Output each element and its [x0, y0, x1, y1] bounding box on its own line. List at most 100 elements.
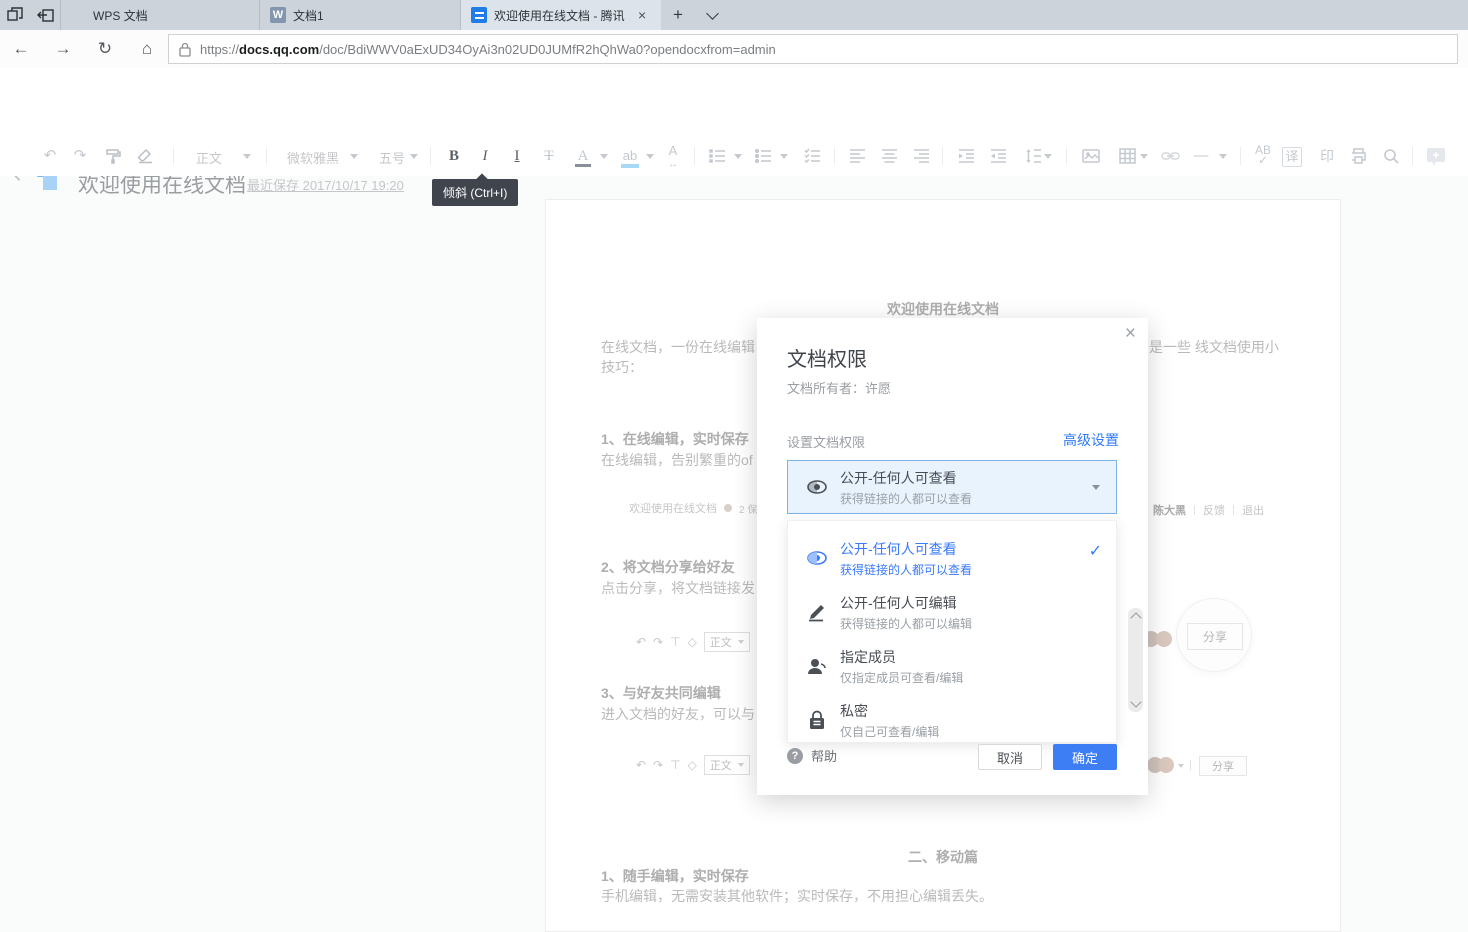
confirm-button[interactable]: 确定: [1053, 744, 1117, 770]
dropdown-caret-icon[interactable]: [600, 154, 608, 159]
search-icon[interactable]: [1378, 145, 1404, 167]
seal-button[interactable]: 印: [1314, 145, 1340, 167]
italic-button[interactable]: I: [472, 145, 498, 167]
font-size-select[interactable]: 五号: [379, 148, 405, 167]
permission-dialog: × 文档权限 文档所有者：许愿 设置文档权限 高级设置 公开-任何人可查看 获得…: [757, 318, 1148, 795]
embedded-mini-toolbar: ↶↷ ⊤◇ 正文: [636, 632, 750, 652]
bullet-list-button[interactable]: [750, 145, 776, 167]
option-members[interactable]: 指定成员 仅指定成员可查看/编辑: [788, 639, 1116, 693]
tab-doc1[interactable]: W 文档1: [260, 0, 460, 30]
font-family-select[interactable]: 微软雅黑: [287, 148, 339, 167]
selected-permission-title: 公开-任何人可查看: [840, 468, 972, 488]
dropdown-caret-icon[interactable]: [1044, 154, 1052, 159]
indent-decrease-button[interactable]: [985, 145, 1011, 167]
tencent-docs-favicon: [471, 7, 487, 23]
tab-title: WPS 文档: [93, 7, 231, 24]
help-link[interactable]: ? 帮助: [787, 746, 837, 765]
tab-tencent-docs[interactable]: 欢迎使用在线文档 - 腾讯 ×: [461, 0, 661, 30]
dropdown-caret-icon[interactable]: [734, 154, 742, 159]
refresh-button[interactable]: ↻: [84, 39, 126, 59]
doc-section-title: 3、与好友共同编辑: [601, 683, 721, 703]
forward-button[interactable]: →: [42, 39, 84, 59]
insert-image-button[interactable]: [1078, 145, 1104, 167]
paragraph-style-select[interactable]: 正文: [196, 148, 222, 167]
close-icon[interactable]: ×: [1125, 324, 1136, 343]
address-bar: ← → ↻ ⌂ https://docs.qq.com/doc/BdiWWV0a…: [0, 30, 1468, 69]
permission-section-label: 设置文档权限: [787, 432, 865, 451]
advanced-settings-link[interactable]: 高级设置: [1063, 430, 1119, 450]
line-spacing-button[interactable]: [1020, 145, 1046, 167]
last-saved-link[interactable]: 最近保存 2017/10/17 19:20: [247, 175, 404, 194]
tab-preview-icon[interactable]: [0, 0, 30, 30]
wps-doc-icon: W: [270, 7, 286, 23]
doc-section-title: 2、将文档分享给好友: [601, 557, 735, 577]
permission-select[interactable]: 公开-任何人可查看 获得链接的人都可以查看: [787, 460, 1117, 514]
selected-permission-desc: 获得链接的人都可以查看: [840, 490, 972, 507]
option-public-edit[interactable]: 公开-任何人可编辑 获得链接的人都可以编辑: [788, 585, 1116, 639]
spellcheck-button[interactable]: AB✓: [1250, 145, 1276, 167]
translate-button[interactable]: 译: [1282, 147, 1302, 167]
option-desc: 仅指定成员可查看/编辑: [840, 669, 963, 686]
option-desc: 仅自己可查看/编辑: [840, 723, 939, 740]
home-button[interactable]: ⌂: [126, 39, 168, 59]
checklist-button[interactable]: [799, 145, 825, 167]
scroll-up-icon[interactable]: [1130, 612, 1141, 623]
option-desc: 获得链接的人都可以编辑: [840, 615, 972, 632]
strikethrough-button[interactable]: T: [536, 145, 562, 167]
highlight-color-button[interactable]: ab: [617, 145, 643, 167]
font-color-button[interactable]: A: [570, 145, 596, 167]
tab-list-chevron-icon[interactable]: [695, 0, 729, 30]
embedded-screenshot-doc: 欢迎使用在线文档 2 保: [629, 500, 757, 516]
embedded-share-button: 分享: [1187, 623, 1243, 650]
option-public-view[interactable]: 公开-任何人可查看 获得链接的人都可以查看 ✓: [788, 531, 1116, 585]
embedded-share-button: 分享: [1199, 756, 1247, 776]
back-button[interactable]: ←: [0, 39, 42, 59]
lock-icon: [179, 42, 191, 57]
format-painter-icon[interactable]: [100, 145, 126, 167]
dropdown-scrollbar[interactable]: [1128, 608, 1143, 712]
lock-icon: [806, 709, 828, 731]
dropdown-caret-icon[interactable]: [1140, 154, 1148, 159]
insert-link-button[interactable]: [1157, 145, 1183, 167]
indent-increase-button[interactable]: [953, 145, 979, 167]
option-private[interactable]: 私密 仅自己可查看/编辑: [788, 693, 1116, 747]
eye-icon: [806, 547, 828, 569]
underline-button[interactable]: I: [504, 145, 530, 167]
insert-table-button[interactable]: [1114, 145, 1140, 167]
option-title: 私密: [840, 701, 939, 721]
bold-button[interactable]: B: [441, 145, 467, 167]
doc-section-title: 1、随手编辑，实时保存: [601, 866, 749, 886]
ordered-list-button[interactable]: [704, 145, 730, 167]
dropdown-caret-icon[interactable]: [243, 154, 251, 159]
doc-heading: 欢迎使用在线文档: [546, 299, 1340, 319]
char-spacing-button[interactable]: A↔: [660, 145, 686, 167]
embedded-user-bar: 陈大黑 反馈 退出: [1153, 502, 1264, 518]
eraser-icon[interactable]: [132, 145, 158, 167]
new-tab-button[interactable]: +: [661, 0, 695, 30]
doc-text: 是一些 线文档使用小: [1149, 337, 1279, 357]
align-right-button[interactable]: [908, 145, 934, 167]
dropdown-caret-icon: [1092, 485, 1100, 490]
dropdown-caret-icon[interactable]: [350, 154, 358, 159]
align-center-button[interactable]: [876, 145, 902, 167]
tab-wps[interactable]: WPS 文档: [61, 0, 259, 30]
undo-icon[interactable]: ↶: [37, 145, 63, 167]
dropdown-caret-icon[interactable]: [780, 154, 788, 159]
permission-dropdown: 公开-任何人可查看 获得链接的人都可以查看 ✓ 公开-任何人可编辑 获得链接的人…: [787, 520, 1117, 743]
redo-icon[interactable]: ↷: [67, 145, 93, 167]
set-tabs-aside-icon[interactable]: [30, 0, 60, 30]
dropdown-caret-icon[interactable]: [1219, 154, 1227, 159]
dropdown-caret-icon[interactable]: [410, 154, 418, 159]
comment-button[interactable]: [1423, 145, 1449, 167]
url-field[interactable]: https://docs.qq.com/doc/BdiWWV0aExUD34Oy…: [168, 34, 1458, 64]
dropdown-caret-icon[interactable]: [646, 154, 654, 159]
doc-part2-heading: 二、移动篇: [546, 847, 1340, 867]
option-title: 公开-任何人可查看: [840, 539, 972, 559]
print-button[interactable]: [1345, 145, 1371, 167]
url-text: https://docs.qq.com/doc/BdiWWV0aExUD34Oy…: [200, 42, 776, 57]
close-tab-icon[interactable]: ×: [638, 8, 646, 22]
horizontal-rule-button[interactable]: —: [1188, 145, 1214, 167]
cancel-button[interactable]: 取消: [978, 744, 1042, 770]
align-left-button[interactable]: [844, 145, 870, 167]
scroll-down-icon[interactable]: [1130, 696, 1141, 707]
